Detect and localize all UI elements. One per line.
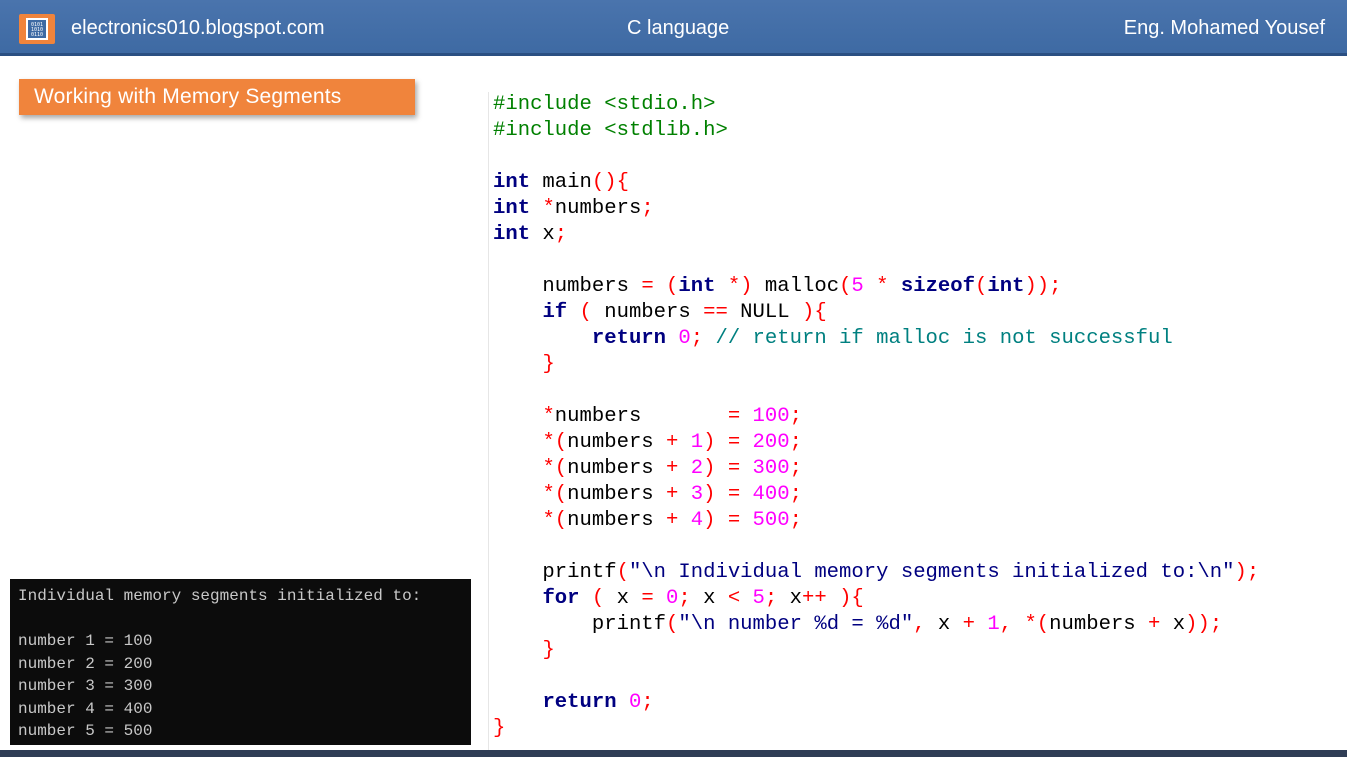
code-printf-string-1: "\n Individual memory segments initializ…: [628, 561, 1235, 584]
console-output: Individual memory segments initialized t…: [10, 579, 471, 745]
site-name: electronics010.blogspot.com: [71, 17, 325, 39]
code-listing: #include <stdio.h> #include <stdlib.h> i…: [493, 93, 1260, 740]
code-comment: // return if malloc is not successful: [715, 327, 1173, 350]
section-badge-label: Working with Memory Segments: [34, 85, 342, 108]
console-line: number 2 = 200: [18, 654, 153, 673]
bottom-border: [0, 750, 1347, 757]
code-printf-string-2: "\n number %d = %d": [678, 613, 914, 636]
console-line: number 5 = 500: [18, 722, 153, 740]
console-line: number 3 = 300: [18, 677, 153, 695]
svg-text:0110: 0110: [31, 32, 43, 38]
code-include-stdlib: #include <stdlib.h>: [493, 119, 728, 142]
console-line: ​: [18, 608, 463, 631]
section-badge: Working with Memory Segments: [19, 79, 415, 115]
slide-header: 0101 1010 0110 electronics010.blogspot.c…: [0, 0, 1347, 56]
page-title: C language: [627, 17, 730, 39]
author-name: Eng. Mohamed Yousef: [1123, 17, 1325, 39]
chip-binary-icon: 0101 1010 0110: [19, 14, 55, 44]
console-line: number 1 = 100: [18, 632, 153, 650]
console-line: number 4 = 400: [18, 699, 153, 718]
code-include-stdio: #include <stdio.h>: [493, 93, 716, 116]
console-line: Individual memory segments initialized t…: [18, 587, 422, 605]
code-panel: #include <stdio.h> #include <stdlib.h> i…: [488, 92, 1344, 750]
